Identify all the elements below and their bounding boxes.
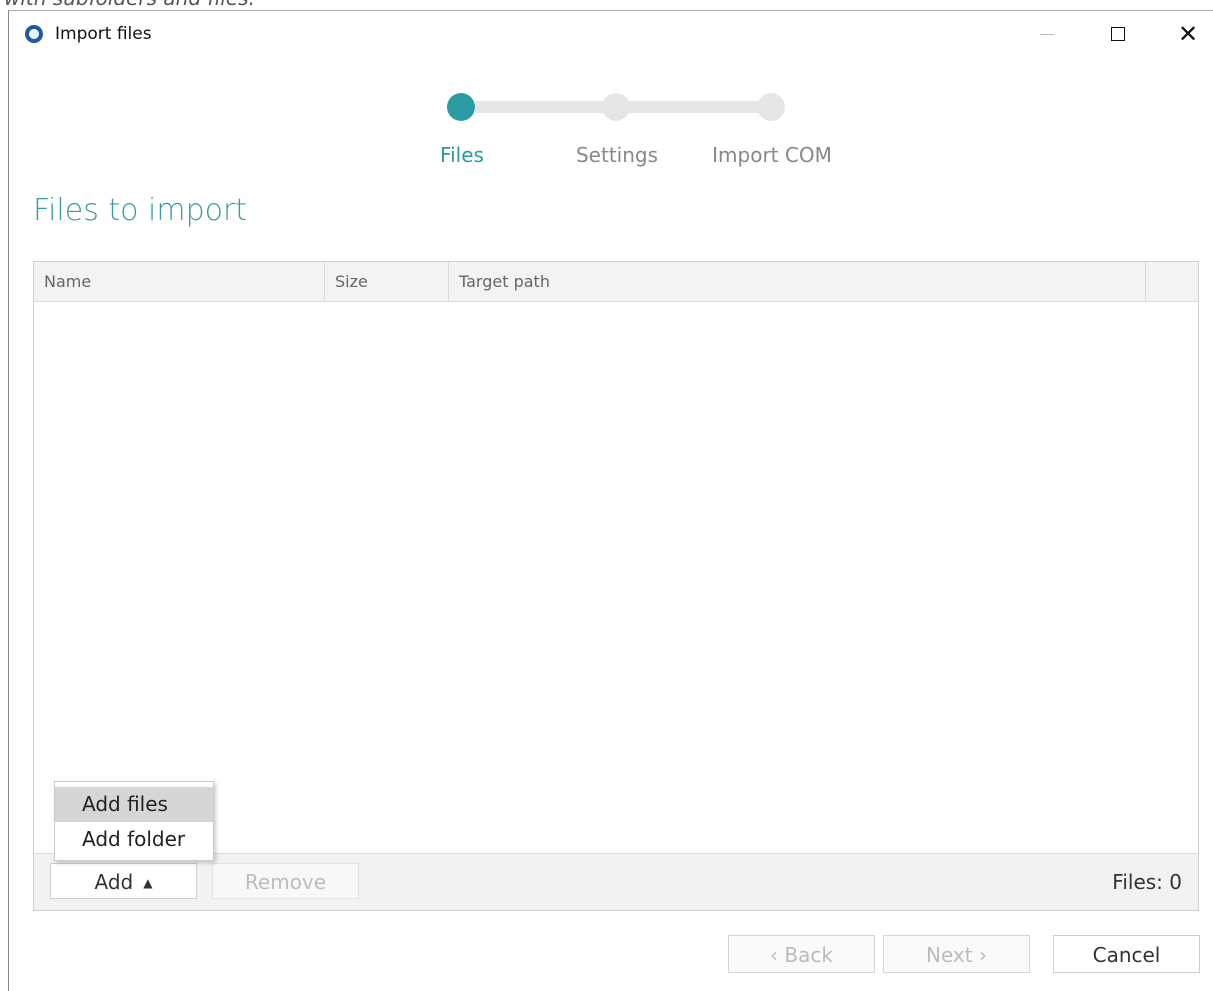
import-files-window: Import files ✕ Files Settings Import COM… bbox=[8, 10, 1213, 991]
back-button[interactable]: ‹ Back bbox=[728, 935, 875, 973]
menu-item-add-folder[interactable]: Add folder bbox=[55, 822, 213, 857]
caret-up-icon: ▲ bbox=[143, 876, 153, 890]
step-files-label: Files bbox=[440, 143, 484, 167]
column-header-extra bbox=[1146, 262, 1198, 301]
column-header-name[interactable]: Name bbox=[34, 262, 325, 301]
column-header-target-path[interactable]: Target path bbox=[449, 262, 1146, 301]
minimize-button[interactable] bbox=[1023, 11, 1071, 57]
table-toolbar: Add ▲ Remove Files: 0 bbox=[34, 853, 1198, 910]
add-dropdown-button[interactable]: Add ▲ bbox=[50, 863, 197, 899]
step-import-com-dot bbox=[757, 93, 785, 121]
page-title: Files to import bbox=[33, 193, 248, 228]
close-icon: ✕ bbox=[1177, 20, 1199, 48]
step-settings-dot bbox=[602, 93, 630, 121]
files-count: Files: 0 bbox=[1112, 870, 1182, 894]
add-button-label: Add bbox=[94, 870, 134, 894]
maximize-icon bbox=[1111, 27, 1125, 41]
next-button[interactable]: Next › bbox=[883, 935, 1030, 973]
step-files-dot bbox=[447, 93, 475, 121]
wizard-stepper: Files Settings Import COM bbox=[9, 83, 1213, 173]
step-settings-label: Settings bbox=[575, 143, 659, 167]
maximize-button[interactable] bbox=[1094, 11, 1142, 57]
app-logo-icon bbox=[25, 25, 43, 43]
menu-item-add-files[interactable]: Add files bbox=[55, 787, 213, 822]
minimize-icon bbox=[1040, 33, 1054, 35]
cancel-button[interactable]: Cancel bbox=[1053, 935, 1200, 973]
window-title: Import files bbox=[55, 24, 152, 44]
step-connector bbox=[629, 101, 777, 113]
table-header: Name Size Target path bbox=[34, 262, 1198, 302]
background-caption: with subfolders and files. bbox=[4, 0, 255, 10]
add-dropdown-menu: Add files Add folder bbox=[54, 781, 214, 861]
close-button[interactable]: ✕ bbox=[1164, 11, 1212, 57]
title-bar[interactable]: Import files ✕ bbox=[9, 11, 1213, 57]
step-import-com-label: Import COM bbox=[712, 143, 832, 167]
column-header-size[interactable]: Size bbox=[325, 262, 449, 301]
remove-button[interactable]: Remove bbox=[212, 863, 359, 899]
